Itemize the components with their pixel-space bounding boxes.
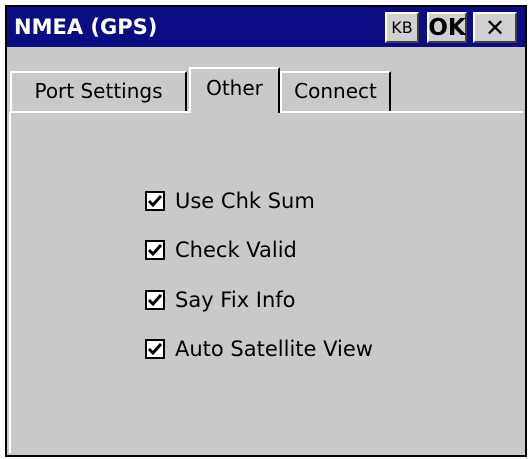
tab-other[interactable]: Other [189, 67, 280, 113]
check-valid-checkbox[interactable]: Check Valid [145, 236, 297, 264]
close-icon: ✕ [484, 13, 506, 42]
auto-satellite-view-checkbox[interactable]: Auto Satellite View [145, 335, 373, 363]
window-title: NMEA (GPS) [14, 15, 158, 39]
keyboard-button[interactable]: KB [385, 12, 419, 43]
checkbox-box[interactable] [145, 240, 165, 260]
other-tab-panel: Use Chk Sum Check Valid Say Fix Info Aut… [9, 111, 523, 453]
checkbox-label: Check Valid [175, 238, 297, 262]
checkbox-label: Use Chk Sum [175, 189, 315, 213]
tab-connect[interactable]: Connect [280, 71, 391, 111]
checkmark-icon [148, 343, 162, 356]
checkmark-icon [148, 195, 162, 208]
title-bar: NMEA (GPS) KB OK ✕ [7, 7, 525, 47]
checkbox-box[interactable] [145, 191, 165, 211]
checkbox-box[interactable] [145, 339, 165, 359]
checkbox-box[interactable] [145, 290, 165, 310]
nmea-gps-dialog: NMEA (GPS) KB OK ✕ Port Settings Other C… [5, 5, 527, 457]
say-fix-info-checkbox[interactable]: Say Fix Info [145, 286, 296, 314]
close-button[interactable]: ✕ [473, 12, 517, 43]
checkbox-label: Auto Satellite View [175, 337, 373, 361]
tab-strip: Port Settings Other Connect [7, 47, 525, 113]
checkmark-icon [148, 244, 162, 257]
tab-port-settings[interactable]: Port Settings [10, 71, 187, 111]
checkmark-icon [148, 294, 162, 307]
ok-button[interactable]: OK [427, 12, 467, 43]
use-chk-sum-checkbox[interactable]: Use Chk Sum [145, 187, 315, 215]
checkbox-label: Say Fix Info [175, 288, 296, 312]
